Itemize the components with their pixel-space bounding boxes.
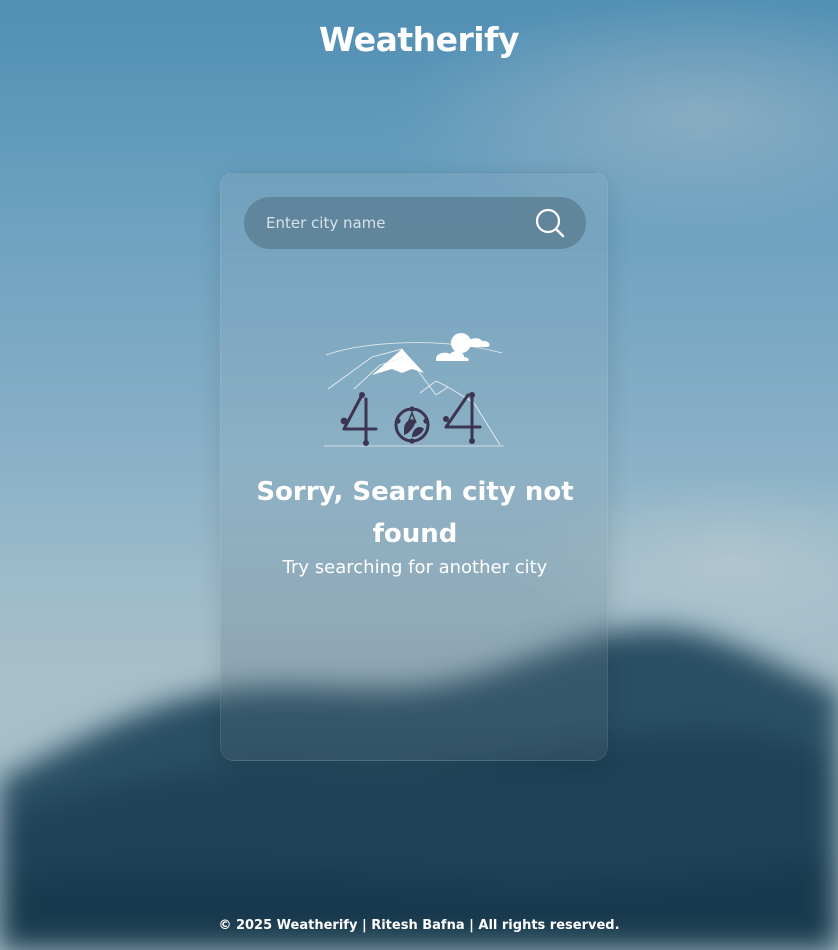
app-title: Weatherify (319, 20, 519, 59)
footer-copyright: © 2025 Weatherify | Ritesh Bafna | All r… (218, 918, 620, 933)
error-title: Sorry, Search city not found (256, 477, 574, 549)
404-mountain-illustration (324, 333, 504, 447)
error-subtitle: Try searching for another city (282, 557, 548, 578)
city-search-input[interactable] (244, 197, 534, 249)
search-bar (244, 197, 586, 249)
search-button[interactable] (534, 207, 566, 239)
weather-card: Sorry, Search city not found Try searchi… (220, 172, 608, 761)
search-icon (535, 208, 565, 238)
